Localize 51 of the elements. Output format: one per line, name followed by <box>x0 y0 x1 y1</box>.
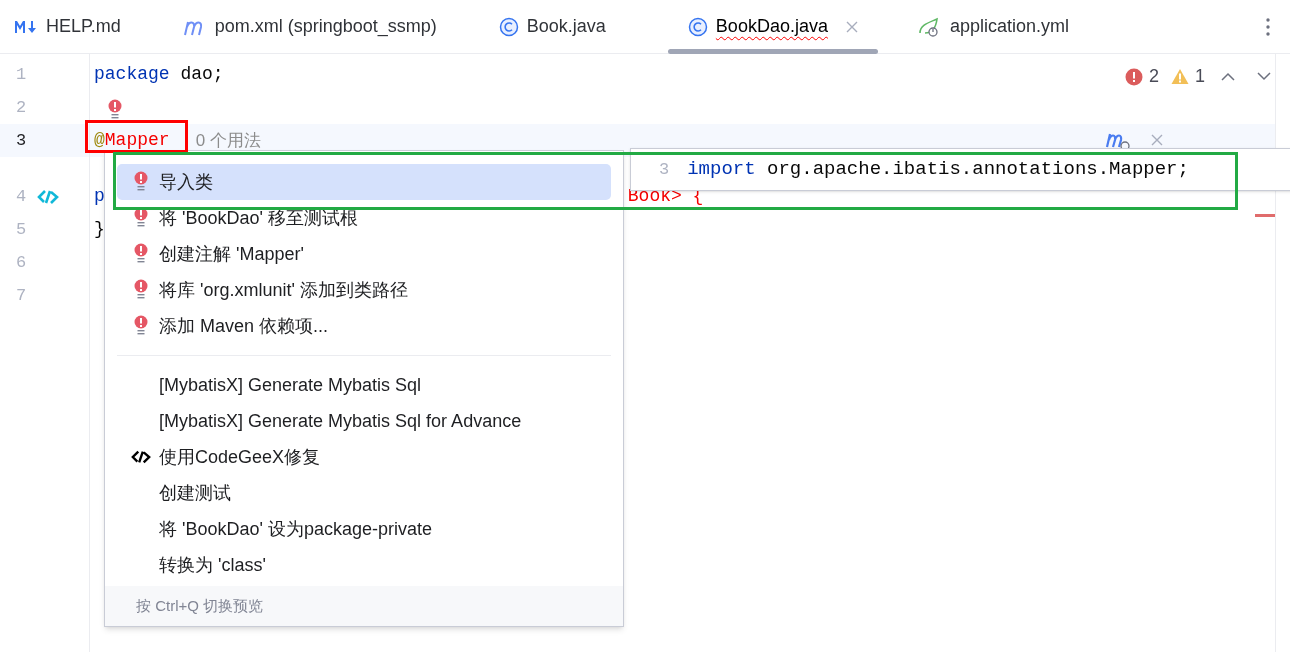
bulb-icon <box>134 243 148 265</box>
popup-footer: 按 Ctrl+Q 切换预览 <box>105 586 623 626</box>
tab[interactable]: BookDao.java <box>715 13 828 40</box>
bulb-icon <box>134 315 148 337</box>
tab[interactable]: Book.java <box>526 13 606 40</box>
code-text: import org.apache.ibatis.annotations.Mapper; <box>687 157 1189 183</box>
menu-item[interactable]: [MybatisX] Generate Mybatis Sql <box>117 367 611 403</box>
link-icon <box>131 449 151 465</box>
menu-item[interactable]: 创建注解 'Mapper' <box>117 236 611 272</box>
bulb-icon <box>134 171 148 193</box>
chevron-up-icon[interactable] <box>1221 72 1236 81</box>
line-number: 4 <box>16 185 27 208</box>
warning-icon <box>1171 68 1189 85</box>
menu-item[interactable]: 转换为 'class' <box>117 547 611 583</box>
bulb-icon <box>108 98 122 121</box>
menu-item[interactable]: 将 'BookDao' 移至测试根 <box>117 200 611 236</box>
class-icon <box>687 16 708 37</box>
code-text: package <box>94 63 170 86</box>
tab[interactable]: pom.xml (springboot_ssmp) <box>214 13 437 40</box>
line-number: 1 <box>16 63 27 86</box>
line-number: 6 <box>16 251 27 274</box>
line-number: 2 <box>16 96 27 119</box>
error-icon <box>1125 67 1143 86</box>
menu-item[interactable]: 添加 Maven 依赖项... <box>117 308 611 344</box>
chevron-down-icon[interactable] <box>1257 72 1272 81</box>
menu-item[interactable]: [MybatisX] Generate Mybatis Sql for Advance <box>117 403 611 439</box>
code-text: @ <box>94 129 105 152</box>
menu-item[interactable]: 将库 'org.xmlunit' 添加到类路径 <box>117 272 611 308</box>
error-stripe-mark <box>1255 214 1275 217</box>
error-count[interactable]: 2 <box>1149 63 1159 90</box>
tab[interactable]: HELP.md <box>46 13 121 40</box>
bulb-icon <box>134 207 148 229</box>
code-text: Mapper <box>104 129 170 152</box>
tab[interactable]: application.yml <box>949 13 1069 40</box>
line-number: 3 <box>659 158 670 181</box>
menu-item[interactable]: 创建测试 <box>117 475 611 511</box>
markdown-icon <box>14 19 38 34</box>
line-number: 5 <box>16 218 27 241</box>
code-text: } <box>94 218 105 241</box>
class-icon <box>498 16 519 37</box>
line-number: 7 <box>16 284 27 307</box>
link-icon <box>37 188 59 205</box>
more-icon[interactable] <box>1266 17 1270 36</box>
menu-item[interactable]: 导入类 <box>117 164 611 200</box>
line-number: 3 <box>16 129 27 152</box>
menu-item[interactable]: 使用CodeGeeX修复 <box>117 439 611 475</box>
bulb-icon <box>134 279 148 301</box>
menu-item[interactable]: 将 'BookDao' 设为package-private <box>117 511 611 547</box>
code-text: dao; <box>179 63 224 86</box>
code-text: p <box>94 185 105 208</box>
warning-count[interactable]: 1 <box>1195 63 1206 90</box>
